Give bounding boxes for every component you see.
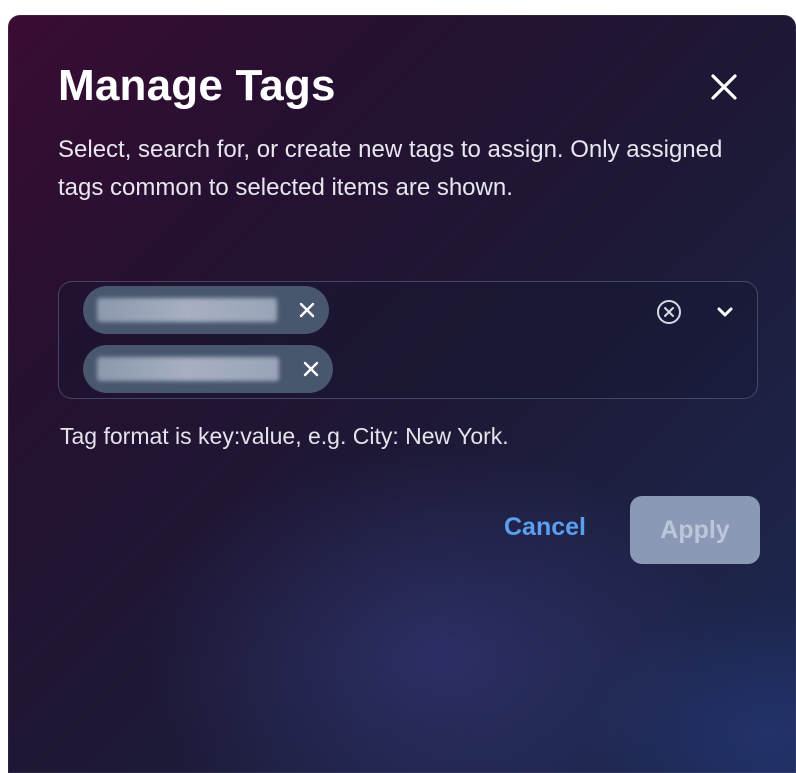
dropdown-toggle[interactable] — [713, 300, 737, 324]
tag-format-hint: Tag format is key:value, e.g. City: New … — [60, 423, 509, 449]
manage-tags-dialog: Manage Tags Select, search for, or creat… — [8, 15, 796, 773]
clear-circle-icon — [657, 300, 681, 324]
close-icon — [303, 361, 319, 377]
dialog-description: Select, search for, or create new tags t… — [58, 136, 723, 201]
tag-multiselect[interactable] — [58, 281, 758, 399]
close-button[interactable] — [702, 65, 746, 109]
close-icon — [711, 74, 737, 100]
cancel-button[interactable]: Cancel — [504, 513, 586, 542]
dialog-title: Manage Tags — [58, 61, 336, 110]
close-icon — [299, 302, 315, 318]
clear-all-button[interactable] — [655, 298, 683, 326]
tag-chip[interactable] — [83, 286, 329, 334]
tag-chip[interactable] — [83, 345, 333, 393]
chevron-down-icon — [717, 307, 733, 317]
remove-tag-button[interactable] — [295, 298, 319, 322]
remove-tag-button[interactable] — [299, 357, 323, 381]
apply-button[interactable]: Apply — [630, 496, 760, 564]
tag-chip-label — [97, 357, 279, 381]
tag-chip-label — [97, 298, 277, 322]
